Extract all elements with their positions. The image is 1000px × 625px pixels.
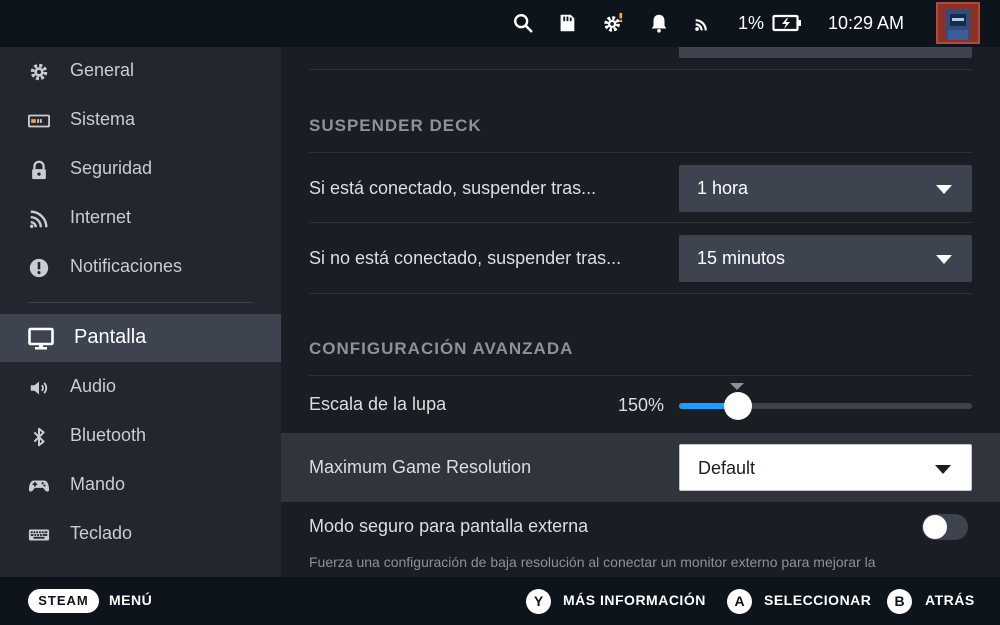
battery-percent: 1% — [738, 13, 765, 33]
divider — [309, 152, 972, 153]
divider — [309, 375, 972, 376]
gear-alert-icon[interactable] — [602, 12, 624, 34]
sidebar-item-general[interactable]: General — [0, 47, 281, 95]
suspend-disconnected-label: Si no está conectado, suspender tras... — [309, 248, 622, 268]
system-icon — [28, 110, 50, 132]
back-label: ATRÁS — [925, 592, 975, 608]
dropdown-value: Default — [698, 458, 756, 478]
sidebar-item-label: Audio — [70, 376, 117, 396]
sidebar-item-label: General — [70, 60, 135, 80]
b-button-icon[interactable]: B — [887, 589, 912, 614]
sidebar-item-seguridad[interactable]: Seguridad — [0, 145, 281, 193]
sidebar-divider — [28, 302, 253, 303]
clock: 10:29 AM — [828, 13, 905, 33]
settings-content: SUSPENDER DECK Si está conectado, suspen… — [281, 47, 1000, 577]
keyboard-icon — [28, 524, 50, 546]
sidebar-item-label: Notificaciones — [70, 256, 183, 276]
footer-button-hints: STEAM MENÚ Y MÁS INFORMACIÓN A SELECCION… — [0, 577, 1000, 625]
sidebar-item-label: Pantalla — [74, 326, 147, 348]
select-label: SELECCIONAR — [764, 592, 872, 608]
sidebar-item-label: Seguridad — [70, 158, 153, 178]
bluetooth-icon — [28, 426, 50, 448]
divider — [309, 222, 972, 223]
sidebar-item-bluetooth[interactable]: Bluetooth — [0, 412, 281, 460]
sidebar-item-label: Sistema — [70, 109, 136, 129]
more-info-label: MÁS INFORMACIÓN — [563, 592, 706, 608]
steam-button[interactable]: STEAM — [28, 589, 99, 613]
section-title-suspend: SUSPENDER DECK — [309, 116, 482, 135]
sidebar-item-sistema[interactable]: Sistema — [0, 96, 281, 144]
divider — [309, 293, 972, 294]
sidebar-item-mando[interactable]: Mando — [0, 461, 281, 509]
search-icon[interactable] — [512, 12, 534, 34]
bell-icon[interactable] — [648, 12, 670, 34]
slider-default-marker — [730, 383, 744, 390]
section-title-advanced: CONFIGURACIÓN AVANZADA — [309, 339, 574, 358]
max-game-resolution-label: Maximum Game Resolution — [309, 457, 532, 477]
suspend-connected-dropdown[interactable]: 1 hora — [679, 165, 972, 212]
external-safe-mode-toggle[interactable] — [922, 514, 968, 540]
suspend-connected-label: Si está conectado, suspender tras... — [309, 178, 597, 198]
external-safe-mode-description: Fuerza una configuración de baja resoluc… — [309, 554, 876, 577]
wifi-icon — [28, 208, 50, 230]
toggle-knob — [923, 515, 947, 539]
gear-icon — [28, 61, 50, 83]
speaker-icon — [28, 377, 50, 399]
sidebar-item-notificaciones[interactable]: Notificaciones — [0, 243, 281, 291]
dropdown-value: 1 hora — [697, 178, 749, 198]
max-game-resolution-dropdown[interactable]: Default — [679, 444, 972, 491]
gamepad-icon — [28, 475, 50, 497]
sidebar-item-teclado[interactable]: Teclado — [0, 510, 281, 558]
slider-handle[interactable] — [724, 392, 752, 420]
sidebar-item-audio[interactable]: Audio — [0, 363, 281, 411]
battery-charging-icon — [772, 12, 802, 34]
y-button-icon[interactable]: Y — [526, 589, 551, 614]
lock-icon — [28, 159, 50, 181]
sidebar-item-label: Mando — [70, 474, 126, 494]
sidebar-item-label: Internet — [70, 207, 132, 227]
magnifier-scale-value: 150% — [618, 395, 665, 415]
cast-icon[interactable] — [692, 12, 714, 34]
avatar[interactable] — [936, 2, 980, 44]
magnifier-scale-slider[interactable] — [679, 403, 972, 409]
magnifier-scale-label: Escala de la lupa — [309, 394, 447, 414]
divider — [309, 69, 972, 70]
sidebar-item-label: Teclado — [70, 523, 133, 543]
sidebar-item-internet[interactable]: Internet — [0, 194, 281, 242]
sidebar-item-pantalla[interactable]: Pantalla — [0, 314, 281, 362]
settings-sidebar: General Sistema Seguridad Internet Notif… — [0, 47, 281, 577]
chevron-down-icon — [935, 465, 951, 474]
monitor-icon — [28, 327, 54, 351]
dropdown-value: 15 minutos — [697, 248, 786, 268]
chevron-down-icon — [936, 185, 952, 194]
external-safe-mode-label: Modo seguro para pantalla externa — [309, 516, 589, 536]
menu-label: MENÚ — [109, 592, 153, 608]
chevron-down-icon — [936, 255, 952, 264]
storage-icon[interactable] — [556, 12, 578, 34]
sidebar-item-label: Bluetooth — [70, 425, 147, 445]
a-button-icon[interactable]: A — [727, 589, 752, 614]
alert-icon — [28, 257, 50, 279]
previous-setting-dropdown[interactable] — [679, 47, 972, 58]
status-bar: 1% 10:29 AM — [0, 0, 1000, 47]
suspend-disconnected-dropdown[interactable]: 15 minutos — [679, 235, 972, 282]
